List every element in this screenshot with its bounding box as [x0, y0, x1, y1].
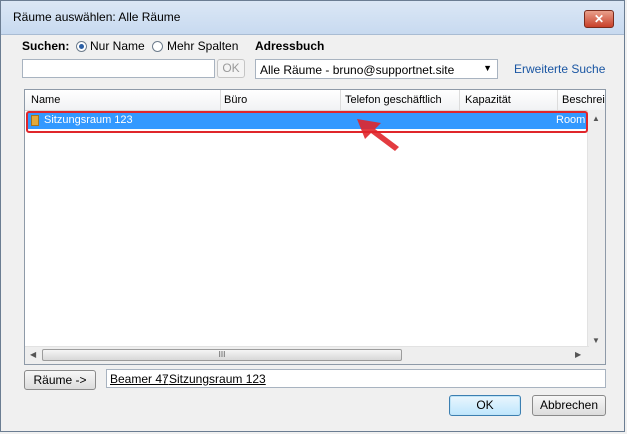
- annotation-arrow-icon: [357, 119, 399, 151]
- column-header-office[interactable]: Büro: [224, 94, 247, 106]
- ok-button[interactable]: OK: [449, 395, 521, 416]
- column-header-phone[interactable]: Telefon geschäftlich: [345, 94, 442, 106]
- addressbook-label: Adressbuch: [255, 39, 325, 53]
- search-label: Suchen:: [22, 39, 70, 53]
- column-header-name[interactable]: Name: [31, 94, 60, 106]
- search-input[interactable]: [22, 59, 215, 78]
- scroll-down-icon[interactable]: ▼: [592, 336, 600, 345]
- scroll-right-icon[interactable]: ▶: [575, 350, 581, 359]
- chevron-down-icon: ▼: [483, 63, 492, 73]
- radio-more-columns-label[interactable]: Mehr Spalten: [167, 39, 238, 53]
- list-header: Name Büro Telefon geschäftlich Kapazität…: [25, 90, 605, 111]
- horizontal-scroll-thumb[interactable]: III: [42, 349, 402, 361]
- column-header-capacity[interactable]: Kapazität: [465, 94, 511, 106]
- selected-room-2[interactable]: Sitzungsraum 123: [169, 372, 266, 386]
- selected-rooms-field[interactable]: Beamer 47 ; Sitzungsraum 123: [106, 369, 606, 388]
- search-ok-button[interactable]: OK: [217, 59, 245, 78]
- room-separator: ;: [163, 372, 167, 386]
- cancel-button[interactable]: Abbrechen: [532, 395, 606, 416]
- scroll-left-icon[interactable]: ◀: [30, 350, 36, 359]
- dialog-window: Räume auswählen: Alle Räume ✕ Suchen: Nu…: [0, 0, 625, 432]
- radio-name-only[interactable]: [76, 41, 87, 52]
- addressbook-select[interactable]: Alle Räume - bruno@supportnet.site ▼: [255, 59, 498, 79]
- advanced-search-link[interactable]: Erweiterte Suche: [514, 62, 605, 76]
- column-header-description[interactable]: Beschreib: [562, 94, 605, 106]
- vertical-scrollbar[interactable]: ▲ ▼: [587, 110, 605, 348]
- addressbook-selected-value: Alle Räume - bruno@supportnet.site: [260, 63, 455, 77]
- radio-more-columns[interactable]: [152, 41, 163, 52]
- scroll-up-icon[interactable]: ▲: [592, 114, 600, 123]
- title-bar: Räume auswählen: Alle Räume ✕: [1, 1, 624, 35]
- horizontal-scrollbar[interactable]: ◀ III ▶: [25, 346, 589, 364]
- rooms-button[interactable]: Räume ->: [24, 370, 96, 390]
- window-title: Räume auswählen: Alle Räume: [13, 10, 181, 24]
- radio-name-only-label[interactable]: Nur Name: [90, 39, 145, 53]
- selected-room-1[interactable]: Beamer 47: [110, 372, 169, 386]
- scroll-corner: [588, 347, 605, 364]
- highlight-frame: [26, 111, 588, 133]
- close-button[interactable]: ✕: [584, 10, 614, 28]
